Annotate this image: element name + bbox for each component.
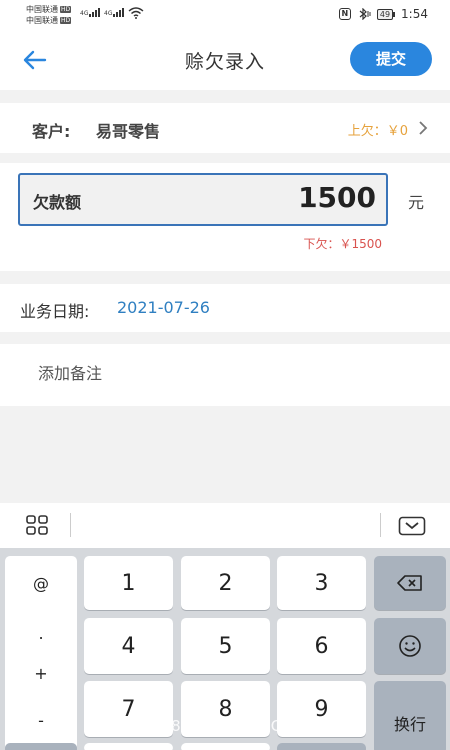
key-at[interactable]: @ — [5, 574, 77, 593]
toolbar-divider — [380, 513, 381, 537]
backspace-key[interactable] — [374, 556, 446, 610]
signal-label: 4G — [104, 10, 113, 17]
key-3[interactable]: 3 — [277, 556, 366, 610]
key-row-partial — [84, 743, 173, 750]
next-debt: 下欠：￥1500 — [303, 237, 382, 251]
chevron-right-icon — [419, 121, 428, 135]
bluetooth-vibrate-icon — [359, 8, 371, 20]
key-1[interactable]: 1 — [84, 556, 173, 610]
amount-label: 欠款额 — [33, 193, 82, 212]
amount-unit: 元 — [408, 193, 425, 212]
enter-key[interactable]: 换行 — [374, 681, 446, 750]
app-header: 赊欠录入 提交 — [0, 30, 450, 90]
signal-icon: 4G — [104, 8, 125, 17]
key-row-partial — [181, 743, 270, 750]
date-label: 业务日期: — [20, 302, 90, 321]
carrier-2-label: 中国联通 — [26, 16, 58, 25]
key-5[interactable]: 5 — [181, 618, 270, 674]
key-row-partial — [277, 743, 366, 750]
hide-keyboard-icon[interactable] — [398, 516, 426, 536]
key-6[interactable]: 6 — [277, 618, 366, 674]
status-right: N 49 1:54 — [338, 7, 428, 21]
hd-badge: HD — [60, 6, 72, 13]
keyboard-toolbar — [0, 503, 450, 548]
key-dot[interactable]: . — [5, 624, 77, 643]
note-field[interactable]: 添加备注 — [0, 344, 450, 406]
amount-input[interactable]: 欠款额 1500 — [18, 173, 388, 226]
status-bar: 中国联通 HD 中国联通 HD 4G 4G N 49 1:54 — [0, 0, 450, 30]
nfc-icon: N — [338, 8, 351, 20]
wifi-icon — [128, 7, 144, 19]
customer-name: 易哥零售 — [96, 122, 161, 141]
key-minus[interactable]: - — [5, 711, 77, 730]
clock: 1:54 — [401, 7, 428, 21]
customer-row[interactable]: 客户: 易哥零售 上欠：￥0 — [0, 103, 450, 153]
key-plus[interactable]: + — [5, 664, 77, 683]
customer-label: 客户: — [32, 122, 71, 141]
key-row-partial — [5, 743, 77, 750]
carrier-1-label: 中国联通 — [26, 5, 58, 14]
toolbar-divider — [70, 513, 71, 537]
note-placeholder: 添加备注 — [38, 364, 103, 383]
emoji-key[interactable] — [374, 618, 446, 674]
amount-value: 1500 — [298, 181, 376, 214]
keyboard-menu-icon[interactable] — [26, 515, 48, 535]
key-4[interactable]: 4 — [84, 618, 173, 674]
watermark: 手游5588 • MX5588.COM — [110, 717, 308, 735]
symbol-column[interactable]: @ . + - — [5, 556, 77, 750]
signal-label: 4G — [80, 10, 89, 17]
battery-level: 49 — [376, 8, 394, 20]
backspace-icon — [397, 575, 422, 591]
carrier-2: 中国联通 HD — [26, 16, 72, 25]
previous-debt: 上欠：￥0 — [347, 124, 408, 139]
date-value[interactable]: 2021-07-26 — [117, 298, 210, 317]
submit-button[interactable]: 提交 — [350, 42, 432, 76]
battery-icon: 49 — [376, 8, 396, 20]
signal-icon: 4G — [80, 8, 101, 17]
carrier-1: 中国联通 HD — [26, 5, 72, 14]
amount-section: 欠款额 1500 元 下欠：￥1500 — [0, 163, 450, 271]
date-row[interactable]: 业务日期: 2021-07-26 — [0, 284, 450, 332]
hd-badge: HD — [60, 17, 72, 24]
emoji-icon — [399, 635, 421, 657]
key-2[interactable]: 2 — [181, 556, 270, 610]
